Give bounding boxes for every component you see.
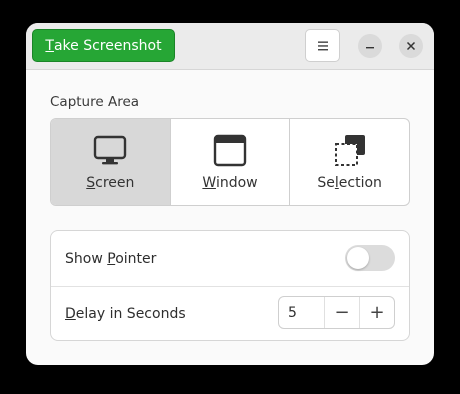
capture-area-selector: Screen Window Selection	[50, 118, 410, 206]
close-icon	[406, 41, 416, 51]
delay-increment-button[interactable]: +	[360, 297, 394, 328]
delay-value-input[interactable]: 5	[279, 297, 325, 328]
monitor-icon	[94, 135, 127, 165]
minimize-icon	[366, 47, 374, 49]
header-bar: Take Screenshot	[26, 23, 434, 70]
minimize-button[interactable]	[358, 34, 382, 58]
capture-area-heading: Capture Area	[50, 94, 140, 110]
capture-area-screen-button[interactable]: Screen	[51, 119, 171, 205]
options-list: Show Pointer Delay in Seconds 5 − +	[50, 230, 410, 341]
screen-label: Screen	[86, 175, 135, 191]
main-menu-button[interactable]	[305, 29, 340, 62]
window-label: Window	[202, 175, 258, 191]
selection-label: Selection	[317, 175, 382, 191]
screenshot-window: Take Screenshot Capture Area Screen Wind…	[26, 23, 434, 365]
selection-icon	[334, 135, 365, 166]
delay-decrement-button[interactable]: −	[325, 297, 360, 328]
delay-row: Delay in Seconds 5 − +	[51, 286, 409, 341]
take-screenshot-mnemonic: T	[45, 37, 54, 54]
hamburger-menu-icon	[317, 41, 328, 50]
delay-spinbutton: 5 − +	[278, 296, 395, 329]
window-icon	[213, 134, 247, 167]
toggle-knob	[347, 247, 369, 269]
main-content: Capture Area Screen Window Selection Sho…	[26, 70, 434, 365]
take-screenshot-button[interactable]: Take Screenshot	[32, 29, 175, 62]
capture-area-selection-button[interactable]: Selection	[290, 119, 409, 205]
take-screenshot-label-rest: ake Screenshot	[53, 37, 162, 54]
show-pointer-row: Show Pointer	[51, 231, 409, 287]
show-pointer-toggle[interactable]	[345, 245, 395, 271]
capture-area-window-button[interactable]: Window	[171, 119, 291, 205]
delay-label: Delay in Seconds	[65, 305, 186, 322]
close-button[interactable]	[399, 34, 423, 58]
show-pointer-label: Show Pointer	[65, 250, 157, 267]
